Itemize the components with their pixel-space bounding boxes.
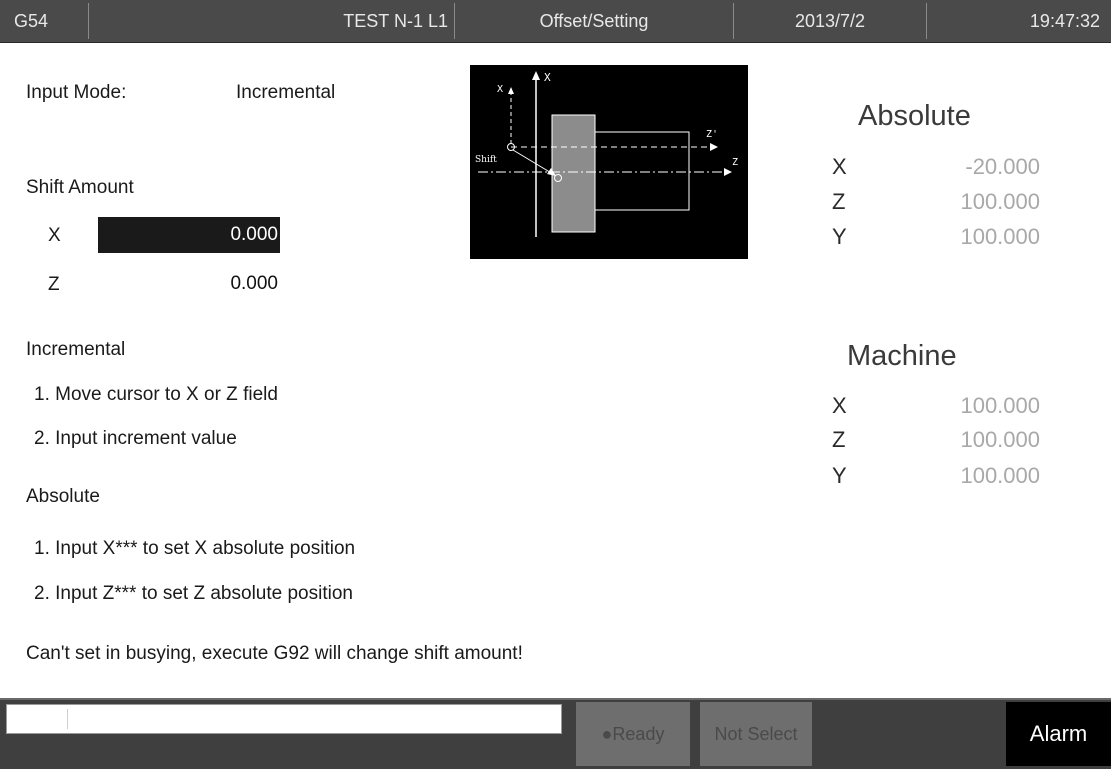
shift-x-axis-label: X (48, 225, 61, 246)
divider (926, 3, 927, 39)
shift-x-field[interactable]: 0.000 (98, 217, 280, 253)
absolute-step-1: 1. Input X*** to set X absolute position (34, 538, 356, 559)
absolute-x-value: -20.000 (965, 154, 1040, 179)
x-axis-arrow (532, 71, 540, 80)
absolute-y-label: Y (832, 224, 847, 249)
program-name: TEST N-1 L1 (343, 11, 448, 31)
machine-y-label: Y (832, 463, 847, 488)
input-mode-value[interactable]: Incremental (236, 82, 335, 104)
machine-x-label: X (832, 393, 847, 418)
z-axis-arrow (724, 168, 732, 176)
x-prime-axis-label: X (497, 84, 503, 95)
absolute-step-2: 2. Input Z*** to set Z absolute position (34, 583, 353, 604)
input-cursor (67, 709, 68, 729)
date-display: 2013/7/2 (794, 11, 866, 31)
z-prime-axis-label: Z' (706, 129, 718, 140)
divider (454, 3, 455, 39)
shift-z-axis-label: Z (48, 274, 60, 295)
command-input-line[interactable] (6, 704, 562, 734)
incremental-step-2: 2. Input increment value (34, 428, 237, 449)
absolute-x-label: X (832, 154, 847, 179)
absolute-z-label: Z (832, 189, 846, 214)
z-axis-label: Z (732, 157, 738, 168)
x-prime-axis-arrow (508, 87, 514, 94)
shift-x-value: 0.000 (230, 224, 278, 245)
screen-title: Offset/Setting (539, 11, 649, 31)
machine-y-value: 100.000 (960, 463, 1040, 488)
incremental-title: Incremental (26, 339, 126, 360)
machine-z-value: 100.000 (960, 427, 1040, 452)
time-display: 19:47:32 (1029, 11, 1100, 31)
absolute-position-title: Absolute (858, 100, 971, 132)
divider (733, 3, 734, 39)
shift-z-field[interactable]: 0.000 (98, 266, 280, 302)
shift-arrow-line (512, 149, 554, 175)
x-axis-label: X (544, 71, 551, 84)
workpiece-body (551, 114, 596, 233)
absolute-title: Absolute (26, 486, 100, 507)
workpiece-shift-illustration: X X Z' Z Shift (475, 71, 738, 237)
input-mode-label: Input Mode: (26, 82, 127, 103)
top-status-bar: G54 TEST N-1 L1 Offset/Setting 2013/7/2 … (0, 0, 1111, 43)
ready-status-indicator: ●Ready (576, 702, 690, 766)
absolute-y-value: 100.000 (960, 224, 1040, 249)
incremental-step-1: 1. Move cursor to X or Z field (34, 384, 278, 405)
machine-z-label: Z (832, 427, 846, 452)
absolute-z-value: 100.000 (960, 189, 1040, 214)
shift-z-value: 0.000 (230, 273, 278, 294)
shift-label: Shift (475, 155, 497, 165)
z-prime-axis-arrow (710, 143, 718, 151)
warning-message: Can't set in busying, execute G92 will c… (26, 643, 523, 664)
alarm-button[interactable]: Alarm (1006, 702, 1111, 766)
shift-diagram: X X Z' Z Shift (470, 65, 748, 259)
bottom-status-bar: ●Ready Not Select Alarm (0, 698, 1111, 769)
not-select-status-indicator: Not Select (700, 702, 812, 766)
workpiece-shaft (594, 131, 690, 211)
shift-amount-title: Shift Amount (26, 177, 134, 198)
machine-x-value: 100.000 (960, 393, 1040, 418)
machine-position-title: Machine (847, 340, 957, 372)
